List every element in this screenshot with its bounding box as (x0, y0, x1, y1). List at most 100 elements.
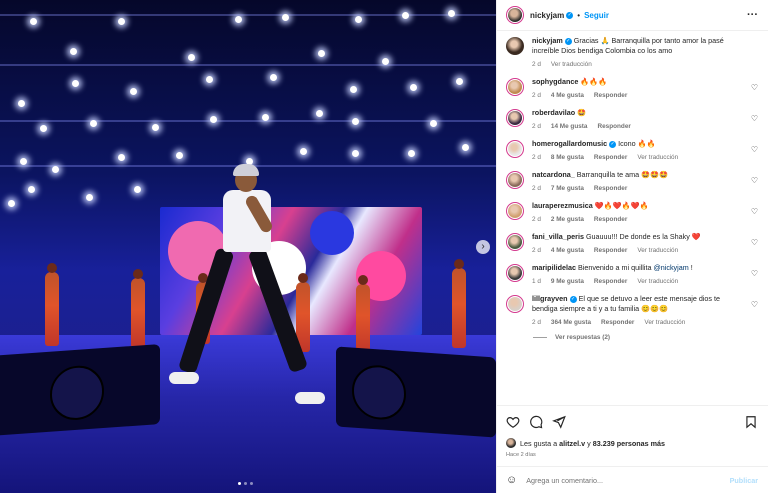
verified-badge-icon: ✓ (566, 11, 574, 19)
author-avatar[interactable] (506, 6, 524, 24)
comment-likes[interactable]: 4 Me gusta (551, 92, 584, 99)
stage-light (52, 166, 59, 173)
liker-avatar[interactable] (506, 438, 516, 448)
separator-dot: • (577, 10, 581, 20)
comment-mention[interactable]: @nickyjam (653, 263, 688, 272)
comment-like-heart-icon[interactable]: ♡ (751, 269, 758, 278)
stage-light (235, 16, 242, 23)
dancer (356, 275, 370, 354)
comment-username[interactable]: lillgrayven (532, 294, 568, 303)
see-translation-link[interactable]: Ver traducción (644, 319, 685, 326)
comment-icon[interactable] (529, 415, 543, 429)
comment-username[interactable]: lauraperezmusica (532, 201, 593, 210)
reply-button[interactable]: Responder (597, 123, 630, 130)
comment-item: homerogallardomusic ✓ Icono 🔥🔥 2 d 8 Me gus… (506, 139, 758, 161)
post-panel: nickyjam ✓ • Seguir ··· nickyjam ✓ Gracia… (496, 0, 768, 493)
comment-likes[interactable]: 9 Me gusta (551, 278, 584, 285)
carousel-dot (244, 482, 247, 485)
instagram-post: › nickyjam ✓ • Seguir ··· nickyjam ✓ Grac… (0, 0, 768, 493)
comment-username[interactable]: natcardona_ (532, 170, 575, 179)
comment-likes[interactable]: 8 Me gusta (551, 154, 584, 161)
comment-input[interactable] (526, 475, 730, 485)
comment-username[interactable]: homerogallardomusic (532, 139, 607, 148)
comment-text: Icono 🔥🔥 (618, 139, 656, 148)
comment-username[interactable]: nickyjam (532, 36, 563, 45)
dancer (45, 263, 59, 346)
comment-username[interactable]: fani_villa_peris (532, 232, 584, 241)
liker-username[interactable]: alitzel.v (559, 439, 585, 448)
comment-avatar[interactable] (506, 233, 524, 251)
comment-like-heart-icon[interactable]: ♡ (751, 207, 758, 216)
comment-time: 2 d (532, 185, 541, 192)
reply-button[interactable]: Responder (594, 92, 627, 99)
stage-light (430, 120, 437, 127)
comment-username[interactable]: roberdavilao (532, 108, 575, 117)
stage-light (20, 158, 27, 165)
see-translation-link[interactable]: Ver traducción (551, 61, 592, 68)
stage-light (350, 86, 357, 93)
stage-light (410, 84, 417, 91)
reply-button[interactable]: Responder (601, 319, 634, 326)
reply-button[interactable]: Responder (594, 247, 627, 254)
comment-time: 2 d (532, 247, 541, 254)
comment-text: Barranquilla te ama 🤩🤩🤩 (576, 170, 668, 179)
comment-like-heart-icon[interactable]: ♡ (751, 145, 758, 154)
stage-light (40, 125, 47, 132)
comment-likes[interactable]: 14 Me gusta (551, 123, 588, 130)
comment-likes[interactable]: 2 Me gusta (551, 216, 584, 223)
share-icon[interactable] (552, 415, 566, 429)
reply-button[interactable]: Responder (594, 185, 627, 192)
comment-like-heart-icon[interactable]: ♡ (751, 114, 758, 123)
stage-light (270, 74, 277, 81)
author-username[interactable]: nickyjam (530, 11, 564, 20)
stage-light (206, 76, 213, 83)
comment-avatar[interactable] (506, 202, 524, 220)
stage-light (152, 124, 159, 131)
comment-username[interactable]: maripilidelac (532, 263, 576, 272)
view-replies-button[interactable]: Ver respuestas (2) (533, 334, 758, 341)
comment-username[interactable]: sophygdance (532, 77, 578, 86)
bookmark-icon[interactable] (744, 415, 758, 429)
heart-icon[interactable] (506, 415, 520, 429)
see-translation-link[interactable]: Ver traducción (637, 154, 678, 161)
comment-avatar[interactable] (506, 264, 524, 282)
more-horizontal-icon[interactable]: ··· (747, 9, 758, 21)
stage-light (30, 18, 37, 25)
stage-light (86, 194, 93, 201)
comment-like-heart-icon[interactable]: ♡ (751, 83, 758, 92)
see-translation-link[interactable]: Ver traducción (637, 247, 678, 254)
comment-avatar[interactable] (506, 140, 524, 158)
comment-avatar[interactable] (506, 37, 524, 55)
comment-text: Bienvenido a mi quillita (577, 263, 652, 272)
comment-like-heart-icon[interactable]: ♡ (751, 176, 758, 185)
comment-likes[interactable]: 4 Me gusta (551, 247, 584, 254)
comment-likes[interactable]: 7 Me gusta (551, 185, 584, 192)
see-translation-link[interactable]: Ver traducción (637, 278, 678, 285)
stage-light (316, 110, 323, 117)
reply-button[interactable]: Responder (594, 278, 627, 285)
comment-like-heart-icon[interactable]: ♡ (751, 238, 758, 247)
reply-button[interactable]: Responder (594, 216, 627, 223)
add-comment-bar: ☺ Publicar (497, 466, 768, 493)
likes-count[interactable]: 83.239 personas más (593, 439, 665, 448)
follow-button[interactable]: Seguir (584, 11, 609, 20)
publish-button[interactable]: Publicar (730, 476, 758, 485)
stage-light (18, 100, 25, 107)
reply-button[interactable]: Responder (594, 154, 627, 161)
post-caption: nickyjam ✓ Gracias 🙏 Barranquilla por tan… (506, 36, 758, 68)
comment-like-heart-icon[interactable]: ♡ (751, 300, 758, 309)
comment-avatar[interactable] (506, 295, 524, 313)
stage-light (134, 186, 141, 193)
next-slide-button[interactable]: › (476, 240, 490, 254)
comment-item: sophygdance 🔥🔥🔥 2 d 4 Me gusta Responder ♡ (506, 77, 758, 99)
smiley-icon[interactable]: ☺ (506, 474, 517, 486)
comment-avatar[interactable] (506, 109, 524, 127)
post-photo[interactable]: › (0, 0, 496, 493)
comment-time: 2 d (532, 216, 541, 223)
carousel-dot (238, 482, 241, 485)
comment-likes[interactable]: 364 Me gusta (551, 319, 591, 326)
stage-light (8, 200, 15, 207)
comment-avatar[interactable] (506, 171, 524, 189)
comment-item: lauraperezmusica ❤️🔥❤️🔥❤️🔥 2 d 2 Me gusta R… (506, 201, 758, 223)
comment-avatar[interactable] (506, 78, 524, 96)
